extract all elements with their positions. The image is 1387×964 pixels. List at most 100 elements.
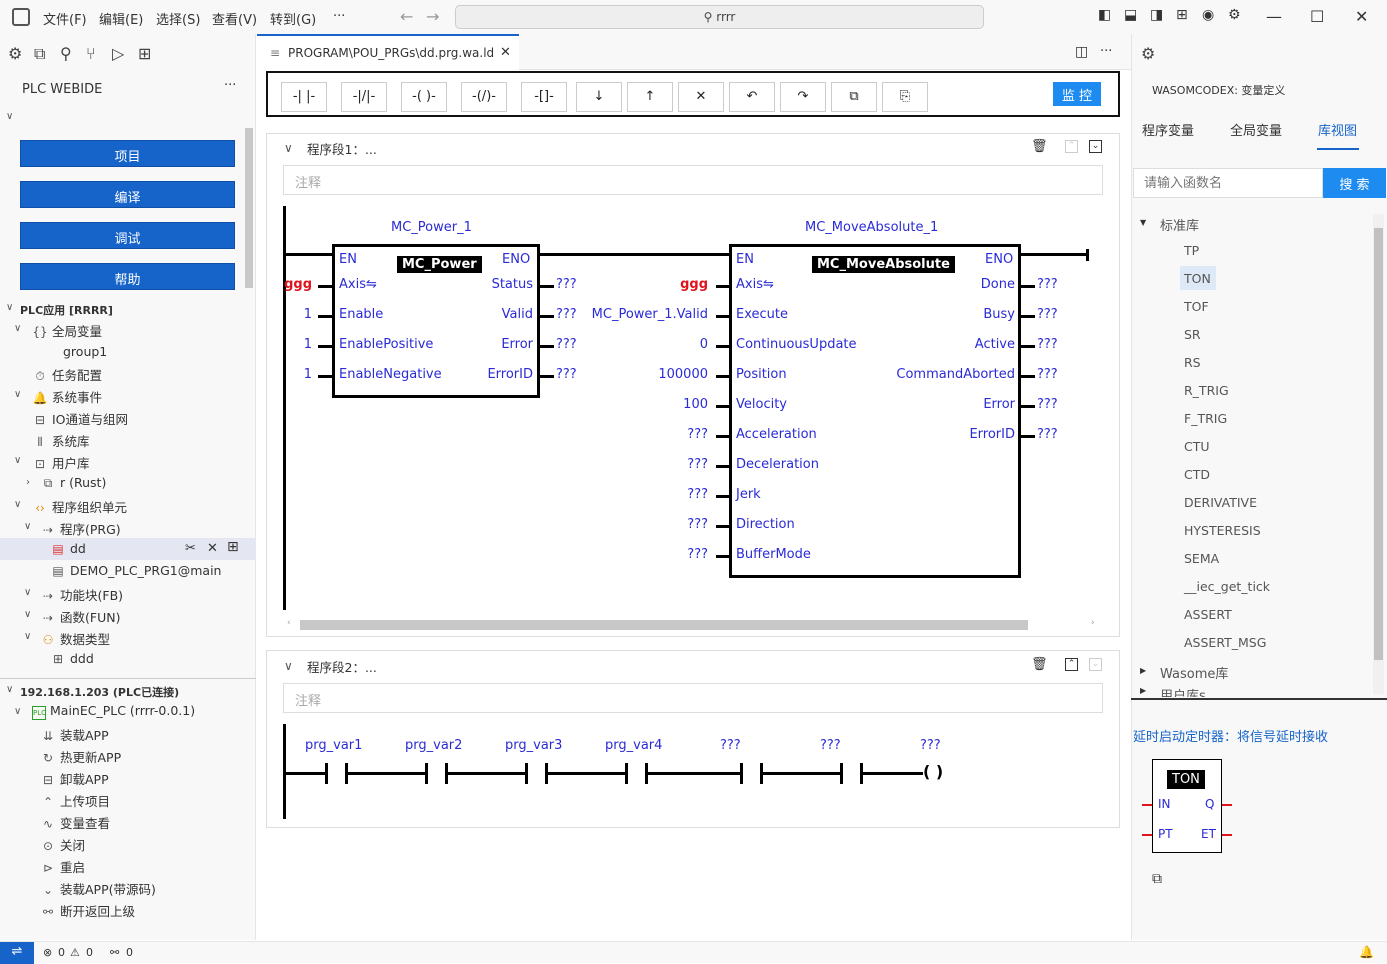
chevron-down-icon[interactable]: ∨	[14, 706, 21, 717]
fb2-input-value[interactable]: 100	[683, 397, 708, 412]
fb2-output-value[interactable]: ???	[1037, 427, 1058, 442]
menu-select[interactable]: 选择(S)	[156, 9, 200, 28]
library-item[interactable]: CTU	[1184, 439, 1210, 454]
tree-group1[interactable]: group1	[63, 344, 107, 359]
fb2-input-value[interactable]: ???	[687, 457, 708, 472]
fb2-input-value[interactable]: ???	[687, 517, 708, 532]
menu-view[interactable]: 查看(V)	[212, 9, 257, 28]
tree-rust-lib[interactable]: ⧉ r (Rust)	[40, 475, 107, 491]
fb1-instance[interactable]: MC_Power_1	[391, 220, 472, 235]
tab-global-vars[interactable]: 全局变量	[1230, 120, 1282, 139]
contact-bar-left[interactable]	[840, 763, 843, 784]
action-disconnect[interactable]: ⚯ 断开返回上级	[40, 901, 135, 920]
delete-icon[interactable]: ✕	[678, 82, 724, 112]
contact-label[interactable]: ???	[920, 738, 941, 753]
contact-bar-left[interactable]	[740, 763, 743, 784]
library-item[interactable]: DERIVATIVE	[1184, 495, 1257, 510]
menu-more[interactable]: ···	[333, 9, 345, 24]
fb2-input-value[interactable]: ???	[687, 487, 708, 502]
comment-input-2[interactable]: 注释	[283, 683, 1103, 713]
error-icon[interactable]: ⊗	[43, 946, 52, 959]
copy-icon[interactable]: ⧉	[831, 82, 877, 112]
fb2-output-value[interactable]: ???	[1037, 337, 1058, 352]
forward-arrow-icon[interactable]: →	[426, 7, 439, 26]
action-close[interactable]: ⊙ 关闭	[40, 835, 85, 854]
tree-dd[interactable]: ▤ dd	[50, 541, 86, 556]
contact-label[interactable]: prg_var2	[405, 738, 462, 753]
tree-system-lib[interactable]: ⫴ 系统库	[32, 431, 89, 450]
comment-input-1[interactable]: 注释	[283, 165, 1103, 195]
chevron-down-icon[interactable]: ∨	[6, 111, 13, 122]
tab-close-icon[interactable]: ✕	[500, 45, 511, 60]
coil[interactable]: ( )	[923, 762, 943, 781]
action-hot-update[interactable]: ↻ 热更新APP	[40, 747, 121, 766]
contact-bar-left[interactable]	[325, 763, 328, 784]
error-count[interactable]: 0	[58, 946, 65, 959]
chevron-down-icon[interactable]: ∨	[24, 587, 31, 598]
tree-user-lib[interactable]: ⊡ 用户库	[32, 453, 90, 472]
tree-mainec[interactable]: PLC MainEC_PLC (rrrr-0.0.1)	[32, 703, 195, 720]
action-upload-project[interactable]: ⌃ 上传项目	[40, 791, 110, 810]
library-item[interactable]: ASSERT	[1184, 607, 1232, 622]
library-item[interactable]: RS	[1184, 355, 1201, 370]
library-item[interactable]: __iec_get_tick	[1184, 579, 1270, 594]
close-icon[interactable]: ✕	[1355, 7, 1368, 26]
tree-pou[interactable]: ‹› 程序组织单元	[32, 497, 127, 516]
action-restart[interactable]: ⊳ 重启	[40, 857, 85, 876]
scissors-icon[interactable]: ✂	[185, 541, 196, 556]
account-icon[interactable]: ◉	[1202, 7, 1214, 23]
search-icon[interactable]: ⚲	[60, 44, 72, 63]
function-search-input[interactable]	[1133, 168, 1323, 198]
contact-label[interactable]: ???	[820, 738, 841, 753]
chevron-down-icon[interactable]: ∨	[6, 684, 13, 695]
fb1-output-value[interactable]: ???	[556, 307, 577, 322]
library-item[interactable]: TOF	[1184, 299, 1209, 314]
editor-more-icon[interactable]: ···	[1100, 44, 1112, 59]
split-editor-icon[interactable]: ◫	[1075, 44, 1088, 60]
chevron-down-icon[interactable]: ∨	[14, 499, 21, 510]
collapse-down-icon[interactable]: ⌄	[1089, 658, 1102, 671]
fb1-input-value[interactable]: 1	[304, 337, 312, 352]
fb2-input-value[interactable]: 100000	[658, 367, 708, 382]
triangle-right-icon[interactable]: ▶	[1140, 666, 1146, 675]
tree-fun[interactable]: ⇢ 函数(FUN)	[40, 607, 120, 626]
command-center[interactable]: ⚲ rrrr	[455, 5, 984, 29]
undo-icon[interactable]: ↶	[729, 82, 775, 112]
trash-icon[interactable]: 🗑	[1031, 139, 1048, 154]
extensions-icon[interactable]: ⊞	[138, 44, 151, 63]
fb2-input-value[interactable]: ???	[687, 547, 708, 562]
tool-contact-no[interactable]: -| |-	[281, 82, 327, 112]
fb1-input-value[interactable]: 1	[304, 367, 312, 382]
menu-edit[interactable]: 编辑(E)	[99, 9, 143, 28]
fb2-input-value[interactable]: ggg	[680, 277, 708, 292]
tree-system-events[interactable]: 🔔 系统事件	[32, 387, 103, 406]
fb2-output-value[interactable]: ???	[1037, 367, 1058, 382]
files-icon[interactable]: ⧉	[34, 44, 45, 64]
run-debug-icon[interactable]: ▷	[112, 44, 124, 63]
contact-bar-left[interactable]	[425, 763, 428, 784]
library-item[interactable]: TP	[1184, 243, 1199, 258]
menu-file[interactable]: 文件(F)	[43, 9, 87, 28]
tool-block[interactable]: -[]-	[521, 82, 567, 112]
warning-count[interactable]: 0	[86, 946, 93, 959]
wasome-folder[interactable]: Wasome库	[1160, 663, 1228, 682]
fb1-output-value[interactable]: ???	[556, 277, 577, 292]
menu-goto[interactable]: 转到(G)	[270, 9, 316, 28]
tree-ddd[interactable]: ⊞ ddd	[50, 651, 94, 666]
tree-task-config[interactable]: ⏱ 任务配置	[32, 365, 102, 384]
tool-coil-neg[interactable]: -(/)-	[461, 82, 507, 112]
add-icon[interactable]: ⊞	[227, 539, 239, 555]
chevron-down-icon[interactable]: ∨	[24, 521, 31, 532]
copy-icon[interactable]: ⧉	[1152, 871, 1162, 887]
back-arrow-icon[interactable]: ←	[400, 7, 413, 26]
library-item[interactable]: SEMA	[1184, 551, 1219, 566]
tool-contact-nc[interactable]: -|/|-	[341, 82, 387, 112]
gear-icon[interactable]: ⚙	[1228, 7, 1241, 23]
fb1-output-value[interactable]: ???	[556, 337, 577, 352]
fb2-instance[interactable]: MC_MoveAbsolute_1	[805, 220, 938, 235]
toggle-sidebar-icon[interactable]: ◧	[1098, 7, 1111, 23]
chevron-down-icon[interactable]: ∨	[284, 659, 293, 673]
action-load-app-src[interactable]: ⌄ 装载APP(带源码)	[40, 879, 156, 898]
plc-icon[interactable]: ⚙	[1141, 44, 1155, 63]
collapse-down-icon[interactable]: ⌄	[1089, 140, 1102, 153]
